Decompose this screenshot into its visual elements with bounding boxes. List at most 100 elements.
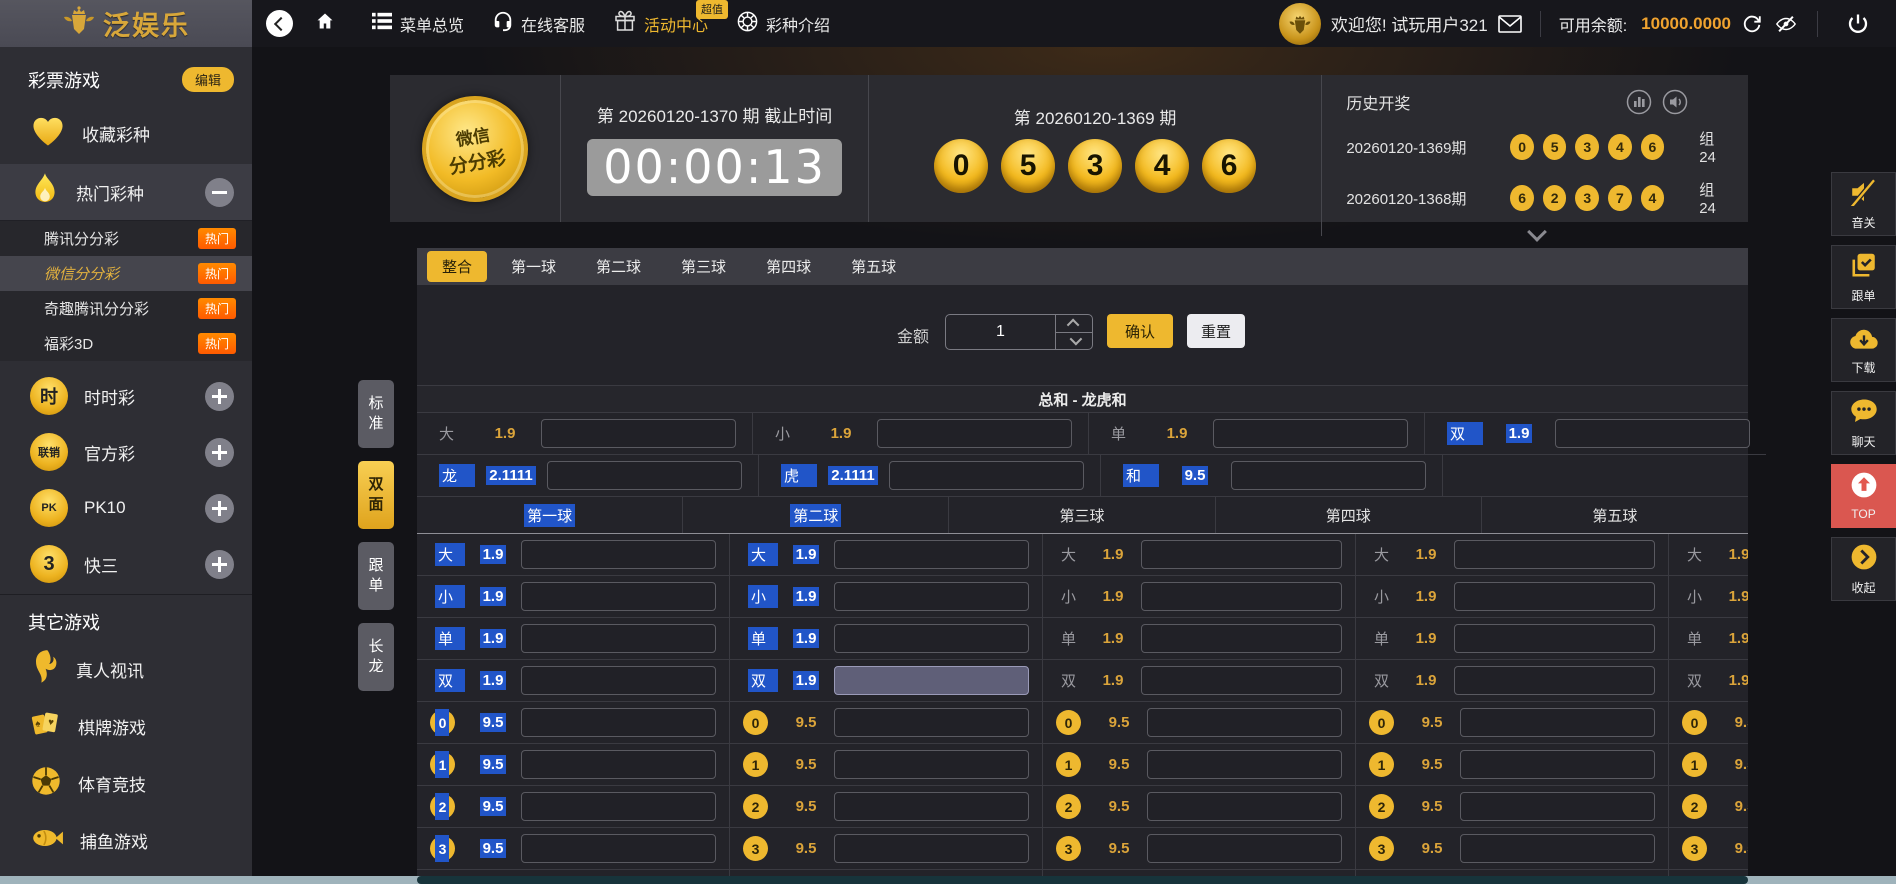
trend-chart-icon[interactable] bbox=[1626, 89, 1652, 115]
bet-amount-input[interactable] bbox=[1147, 750, 1342, 779]
bet-amount-input[interactable] bbox=[547, 461, 742, 490]
stepper-up-button[interactable] bbox=[1056, 315, 1092, 332]
play-tab[interactable]: 第三球 bbox=[665, 250, 742, 283]
dock-button-top[interactable]: TOP bbox=[1831, 464, 1896, 528]
bet-amount-input[interactable] bbox=[1460, 792, 1655, 821]
dock-button-chat[interactable]: 聊天 bbox=[1831, 391, 1896, 455]
dock-button-download[interactable]: 下载 bbox=[1831, 318, 1896, 382]
play-tab[interactable]: 第二球 bbox=[580, 250, 657, 283]
bet-amount-input[interactable] bbox=[521, 624, 716, 653]
bet-amount-input[interactable] bbox=[1141, 540, 1342, 569]
bet-cell: 大 1.9 bbox=[1356, 534, 1669, 576]
bet-amount-input[interactable] bbox=[1460, 834, 1655, 863]
dock-button-follow[interactable]: 跟单 bbox=[1831, 245, 1896, 309]
bet-amount-input[interactable] bbox=[1454, 582, 1655, 611]
expand-plus-button[interactable] bbox=[205, 550, 234, 579]
mode-tab[interactable]: 长龙 bbox=[358, 623, 394, 691]
dock-button-collapse[interactable]: 收起 bbox=[1831, 537, 1896, 601]
hide-balance-icon[interactable] bbox=[1773, 13, 1799, 35]
sidebar-group-item[interactable]: 3 快三 bbox=[0, 536, 252, 592]
back-button[interactable] bbox=[266, 10, 293, 37]
sidebar-group-item[interactable]: 联销 官方彩 bbox=[0, 424, 252, 480]
bet-amount-input[interactable] bbox=[834, 750, 1029, 779]
sidebar-group-hot[interactable]: 热门彩种 bbox=[0, 164, 252, 221]
nav-item[interactable]: 菜单总览 bbox=[357, 0, 478, 47]
home-button[interactable] bbox=[301, 0, 349, 47]
bet-amount-input[interactable] bbox=[521, 582, 716, 611]
bet-cell: 双 1.9 bbox=[417, 660, 730, 702]
amount-input[interactable] bbox=[946, 315, 1055, 349]
bet-odds: 9.5 bbox=[1109, 840, 1130, 857]
bet-amount-input[interactable] bbox=[877, 419, 1072, 448]
mail-icon[interactable] bbox=[1498, 15, 1522, 33]
bet-amount-input[interactable] bbox=[834, 834, 1029, 863]
bet-amount-input[interactable] bbox=[1213, 419, 1408, 448]
sidebar-lottery-item[interactable]: 奇趣腾讯分分彩 热门 bbox=[0, 291, 252, 326]
mode-tab[interactable]: 标准 bbox=[358, 380, 394, 448]
bet-amount-input[interactable] bbox=[1147, 792, 1342, 821]
horizontal-scrollbar[interactable] bbox=[0, 876, 1896, 884]
play-tab[interactable]: 整合 bbox=[427, 251, 487, 282]
dock-button-mute[interactable]: 音关 bbox=[1831, 172, 1896, 236]
bet-amount-input[interactable] bbox=[1454, 624, 1655, 653]
bet-amount-input[interactable] bbox=[1141, 666, 1342, 695]
refresh-balance-icon[interactable] bbox=[1741, 13, 1763, 35]
collapse-minus-button[interactable] bbox=[205, 178, 234, 207]
bet-amount-input[interactable] bbox=[834, 708, 1029, 737]
bet-amount-input[interactable] bbox=[834, 582, 1029, 611]
sound-icon[interactable] bbox=[1662, 89, 1688, 115]
user-avatar[interactable] bbox=[1279, 3, 1321, 45]
expand-plus-button[interactable] bbox=[205, 494, 234, 523]
bet-amount-input[interactable] bbox=[1454, 666, 1655, 695]
bet-amount-input[interactable] bbox=[1555, 419, 1750, 448]
bet-amount-input[interactable] bbox=[521, 540, 716, 569]
nav-item[interactable]: 活动中心 超值 bbox=[599, 0, 722, 47]
nav-item[interactable]: 在线客服 bbox=[478, 0, 599, 47]
bet-amount-input[interactable] bbox=[521, 834, 716, 863]
expand-plus-button[interactable] bbox=[205, 382, 234, 411]
bet-amount-input[interactable] bbox=[1460, 708, 1655, 737]
sidebar-group-item[interactable]: 时 时时彩 bbox=[0, 368, 252, 424]
edit-button[interactable]: 编辑 bbox=[182, 67, 234, 92]
bet-amount-input[interactable] bbox=[521, 666, 716, 695]
sidebar-item-favorites[interactable]: 收藏彩种 bbox=[0, 102, 252, 164]
logout-power-icon[interactable] bbox=[1846, 12, 1870, 36]
sidebar-lottery-item[interactable]: 腾讯分分彩 热门 bbox=[0, 221, 252, 256]
bet-amount-input[interactable] bbox=[834, 792, 1029, 821]
bet-amount-input[interactable] bbox=[541, 419, 736, 448]
play-tab[interactable]: 第五球 bbox=[835, 250, 912, 283]
sidebar-lottery-item[interactable]: 福彩3D 热门 bbox=[0, 326, 252, 361]
bet-amount-input[interactable] bbox=[521, 750, 716, 779]
sidebar-group-item[interactable]: PK PK10 bbox=[0, 480, 252, 536]
nav-item[interactable]: 彩种介绍 bbox=[722, 0, 844, 47]
bet-amount-input[interactable] bbox=[1231, 461, 1426, 490]
history-expand-button[interactable] bbox=[1346, 225, 1728, 239]
bet-amount-input[interactable] bbox=[1141, 582, 1342, 611]
bet-amount-input[interactable] bbox=[1454, 540, 1655, 569]
bet-amount-input[interactable] bbox=[834, 666, 1029, 695]
confirm-button[interactable]: 确认 bbox=[1107, 314, 1173, 348]
bet-amount-input[interactable] bbox=[521, 792, 716, 821]
number-ball: 2 bbox=[1056, 794, 1081, 819]
bet-amount-input[interactable] bbox=[834, 540, 1029, 569]
expand-plus-button[interactable] bbox=[205, 438, 234, 467]
mode-tab[interactable]: 双面 bbox=[358, 461, 394, 529]
scrollbar-thumb[interactable] bbox=[417, 876, 1748, 884]
bet-amount-input[interactable] bbox=[521, 708, 716, 737]
sidebar-lottery-item[interactable]: 微信分分彩 热门 bbox=[0, 256, 252, 291]
sidebar-other-game[interactable]: ♥♠ 棋牌游戏 bbox=[0, 698, 252, 755]
sidebar-other-game[interactable]: 体育竞技 bbox=[0, 755, 252, 812]
reset-button[interactable]: 重置 bbox=[1187, 314, 1245, 348]
play-tab[interactable]: 第四球 bbox=[750, 250, 827, 283]
bet-amount-input[interactable] bbox=[1147, 708, 1342, 737]
sidebar-other-game[interactable]: 真人视讯 bbox=[0, 641, 252, 698]
sidebar-other-game[interactable]: 捕鱼游戏 bbox=[0, 812, 252, 869]
bet-amount-input[interactable] bbox=[1147, 834, 1342, 863]
play-tab[interactable]: 第一球 bbox=[495, 250, 572, 283]
bet-amount-input[interactable] bbox=[1460, 750, 1655, 779]
bet-amount-input[interactable] bbox=[889, 461, 1084, 490]
bet-amount-input[interactable] bbox=[834, 624, 1029, 653]
mode-tab[interactable]: 跟单 bbox=[358, 542, 394, 610]
stepper-down-button[interactable] bbox=[1056, 332, 1092, 350]
bet-amount-input[interactable] bbox=[1141, 624, 1342, 653]
